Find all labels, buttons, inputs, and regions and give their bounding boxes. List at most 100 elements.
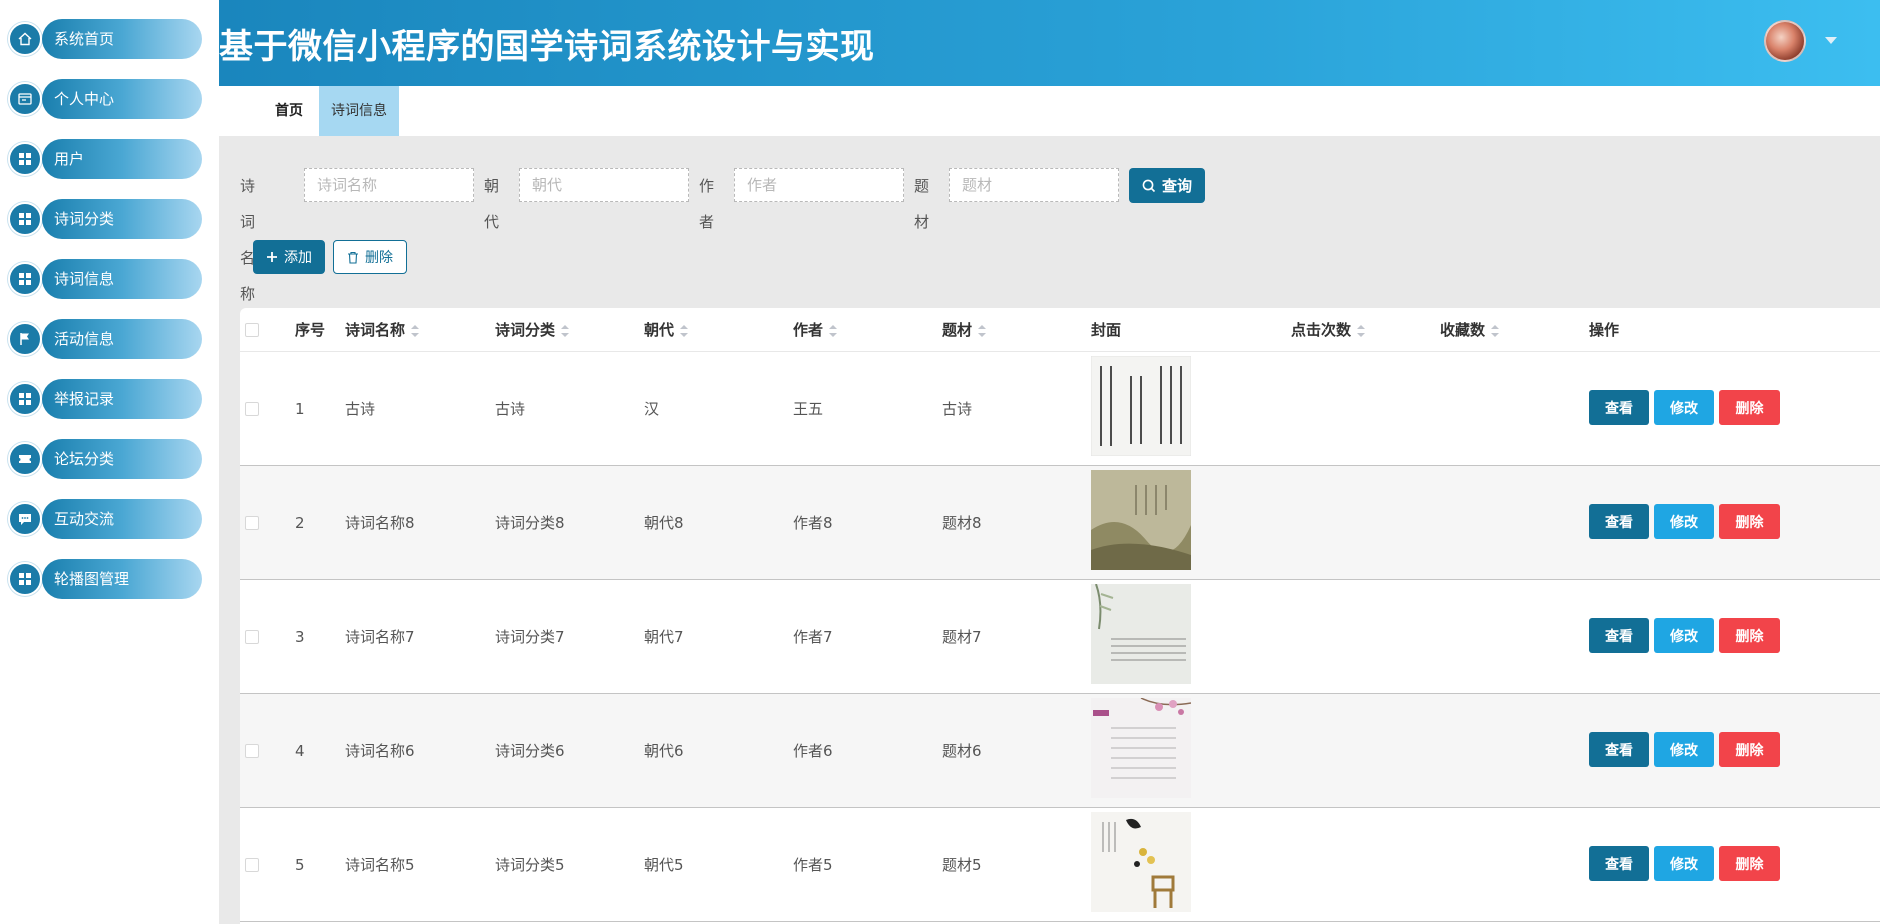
cell-dynasty: 汉 <box>644 400 660 418</box>
header-actions: 操作 <box>1589 321 1620 339</box>
header: 基于微信小程序的国学诗词系统设计与实现 <box>219 0 1880 86</box>
sort-icon[interactable] <box>1357 324 1366 337</box>
delete-button[interactable]: 删除 <box>1719 846 1780 881</box>
trash-icon <box>348 251 358 264</box>
select-all-checkbox[interactable] <box>245 323 259 337</box>
chat-icon <box>8 502 42 536</box>
ticket-icon <box>8 442 42 476</box>
tab-poem-info[interactable]: 诗词信息 <box>319 86 399 136</box>
row-checkbox[interactable] <box>245 402 259 416</box>
cell-category: 诗词分类5 <box>495 856 565 874</box>
view-button[interactable]: 查看 <box>1589 846 1649 881</box>
tab-home[interactable]: 首页 <box>259 86 319 136</box>
sort-icon[interactable] <box>680 324 689 337</box>
delete-button[interactable]: 删除 <box>1719 504 1780 539</box>
header-dynasty[interactable]: 朝代 <box>644 308 689 352</box>
app-title: 基于微信小程序的国学诗词系统设计与实现 <box>219 27 875 67</box>
sidebar-item-reports[interactable]: 举报记录 <box>8 379 204 419</box>
edit-button[interactable]: 修改 <box>1654 846 1714 881</box>
sidebar-item-users[interactable]: 用户 <box>8 139 204 179</box>
sort-icon[interactable] <box>411 324 420 337</box>
sidebar-item-label: 活动信息 <box>42 319 202 359</box>
poem-table: 序号 诗词名称 诗词分类 朝代 作者 题材 封面 点击次数 收藏数 操作 1 古… <box>240 308 1880 924</box>
cell-index: 1 <box>295 400 305 418</box>
row-checkbox[interactable] <box>245 744 259 758</box>
cover-image <box>1091 698 1191 798</box>
delete-button[interactable]: 删除 <box>1719 390 1780 425</box>
cell-theme: 题材5 <box>942 856 982 874</box>
sidebar-item-activity[interactable]: 活动信息 <box>8 319 204 359</box>
table-row: 1 古诗 古诗 汉 王五 古诗 查看 修改 删除 <box>240 352 1880 466</box>
sidebar-item-personal-center[interactable]: 个人中心 <box>8 79 204 119</box>
cell-theme: 古诗 <box>942 400 973 418</box>
sort-icon[interactable] <box>561 324 570 337</box>
chevron-down-icon[interactable] <box>1825 37 1837 44</box>
cell-theme: 题材6 <box>942 742 982 760</box>
sidebar-item-label: 轮播图管理 <box>42 559 202 599</box>
edit-button[interactable]: 修改 <box>1654 732 1714 767</box>
add-button-label: 添加 <box>284 250 312 266</box>
sidebar-item-label: 互动交流 <box>42 499 202 539</box>
flag-icon <box>8 322 42 356</box>
batch-delete-label: 删除 <box>365 250 393 266</box>
header-index: 序号 <box>295 321 326 339</box>
cell-category: 古诗 <box>495 400 526 418</box>
grid-icon <box>8 202 42 236</box>
cover-image <box>1091 470 1191 570</box>
table-row: 3 诗词名称7 诗词分类7 朝代7 作者7 题材7 查看 修改 删除 <box>240 580 1880 694</box>
cell-name: 古诗 <box>345 400 376 418</box>
header-theme[interactable]: 题材 <box>942 308 987 352</box>
cell-index: 2 <box>295 514 305 532</box>
sidebar-item-label: 诗词信息 <box>42 259 202 299</box>
view-button[interactable]: 查看 <box>1589 618 1649 653</box>
cover-image <box>1091 356 1191 456</box>
view-button[interactable]: 查看 <box>1589 732 1649 767</box>
edit-button[interactable]: 修改 <box>1654 618 1714 653</box>
sort-icon[interactable] <box>978 324 987 337</box>
delete-button[interactable]: 删除 <box>1719 732 1780 767</box>
row-checkbox[interactable] <box>245 858 259 872</box>
header-name[interactable]: 诗词名称 <box>345 308 420 352</box>
table-row: 5 诗词名称5 诗词分类5 朝代5 作者5 题材5 查看 修改 删除 <box>240 808 1880 922</box>
header-author[interactable]: 作者 <box>793 308 838 352</box>
cell-name: 诗词名称6 <box>345 742 415 760</box>
header-favorites[interactable]: 收藏数 <box>1440 308 1500 352</box>
add-button[interactable]: 添加 <box>253 240 325 274</box>
header-author-label: 作者 <box>793 321 824 339</box>
query-button[interactable]: 查询 <box>1129 168 1205 203</box>
cell-dynasty: 朝代5 <box>644 856 684 874</box>
row-checkbox[interactable] <box>245 516 259 530</box>
table-header: 序号 诗词名称 诗词分类 朝代 作者 题材 封面 点击次数 收藏数 操作 <box>240 308 1880 352</box>
edit-button[interactable]: 修改 <box>1654 504 1714 539</box>
poem-name-input[interactable] <box>304 168 474 202</box>
edit-button[interactable]: 修改 <box>1654 390 1714 425</box>
author-input[interactable] <box>734 168 904 202</box>
batch-delete-button[interactable]: 删除 <box>333 240 407 274</box>
cell-author: 作者7 <box>793 628 833 646</box>
sidebar-item-home[interactable]: 系统首页 <box>8 19 204 59</box>
sidebar-item-forum-category[interactable]: 论坛分类 <box>8 439 204 479</box>
header-favorites-label: 收藏数 <box>1440 321 1486 339</box>
sort-icon[interactable] <box>1491 324 1500 337</box>
row-checkbox[interactable] <box>245 630 259 644</box>
sidebar-item-label: 个人中心 <box>42 79 202 119</box>
cell-name: 诗词名称7 <box>345 628 415 646</box>
sidebar-item-interaction[interactable]: 互动交流 <box>8 499 204 539</box>
theme-input[interactable] <box>949 168 1119 202</box>
header-clicks[interactable]: 点击次数 <box>1291 308 1366 352</box>
view-button[interactable]: 查看 <box>1589 390 1649 425</box>
view-button[interactable]: 查看 <box>1589 504 1649 539</box>
dynasty-input[interactable] <box>519 168 689 202</box>
avatar[interactable] <box>1764 20 1806 62</box>
cover-image <box>1091 584 1191 684</box>
sidebar-item-poem-info[interactable]: 诗词信息 <box>8 259 204 299</box>
sidebar-item-poem-category[interactable]: 诗词分类 <box>8 199 204 239</box>
sort-icon[interactable] <box>829 324 838 337</box>
sidebar-item-carousel[interactable]: 轮播图管理 <box>8 559 204 599</box>
header-category[interactable]: 诗词分类 <box>495 308 570 352</box>
cell-name: 诗词名称8 <box>345 514 415 532</box>
sidebar-item-label: 系统首页 <box>42 19 202 59</box>
delete-button[interactable]: 删除 <box>1719 618 1780 653</box>
tab-bar: 首页 诗词信息 <box>219 86 1880 136</box>
search-icon <box>1142 179 1156 192</box>
